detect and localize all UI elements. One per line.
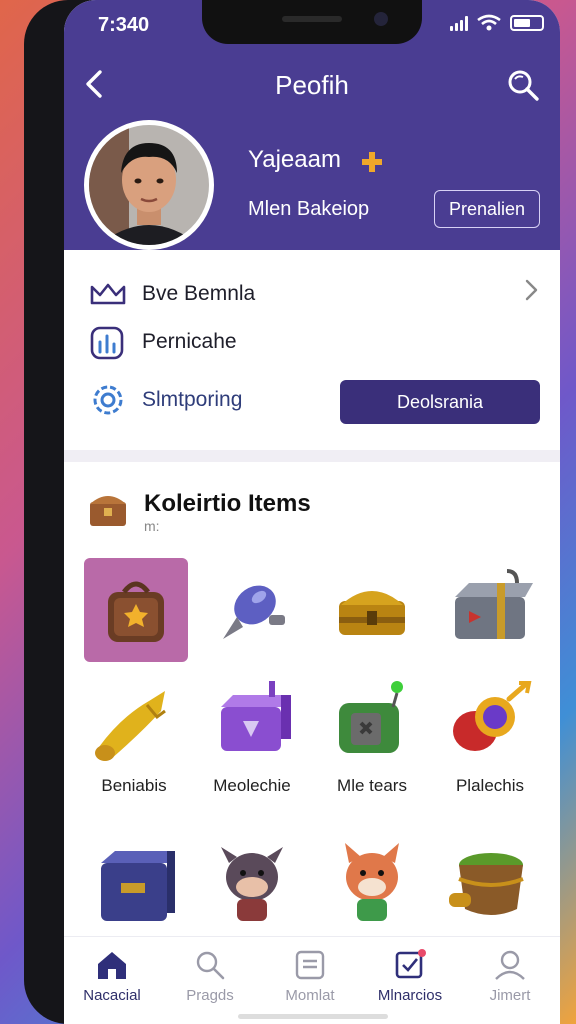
status-time: 7:340: [98, 14, 150, 36]
menu-item-slmtporing[interactable]: Slmtporing: [88, 380, 242, 420]
signal-icon: [450, 15, 468, 31]
collection-item[interactable]: [438, 832, 542, 936]
tab-label: Momlat: [285, 987, 335, 1004]
speaker: [282, 16, 342, 22]
menu-item-pernicahe[interactable]: Pernicahe: [88, 322, 237, 362]
tab-label: Mlnarcios: [377, 987, 443, 1004]
tab-label: Jimert: [489, 987, 531, 1004]
blue-cube-icon: [101, 851, 175, 921]
magic-orb-icon: [453, 681, 532, 751]
item-label: Plalechis: [455, 776, 525, 795]
tab-label: Nacacial: [83, 987, 141, 1004]
wifi-icon: [477, 14, 501, 31]
app-screen: 7:340 Peofih Yajeaam Mlen Bakeiop Prenal…: [64, 0, 560, 1024]
collection-item[interactable]: [200, 558, 304, 662]
section-divider: [64, 450, 560, 462]
metal-box-icon: [455, 569, 533, 639]
username: Yajeaam: [248, 146, 341, 173]
green-pot-icon: [449, 853, 524, 915]
camera: [374, 12, 388, 26]
gold-chest-icon: [339, 591, 405, 635]
collection-item[interactable]: [84, 670, 188, 774]
collection-item[interactable]: [320, 558, 424, 662]
collection-item[interactable]: [200, 670, 304, 774]
tab-search[interactable]: Pragds: [162, 949, 258, 1019]
collection-item[interactable]: [320, 832, 424, 936]
notch: [202, 0, 422, 44]
collection-item[interactable]: [200, 832, 304, 936]
search-icon: [196, 951, 225, 980]
menu-item-label: Bve Bemnla: [142, 282, 256, 305]
collection-item[interactable]: [84, 832, 188, 936]
home-indicator: [238, 1014, 388, 1019]
collection-item[interactable]: [438, 670, 542, 774]
chart-icon: [90, 326, 124, 360]
home-icon: [98, 952, 126, 979]
tab-label: Pragds: [186, 987, 234, 1004]
search-icon[interactable]: [504, 66, 542, 104]
checkbox-icon: [395, 949, 426, 979]
section-title: Koleirtio Items: [144, 490, 311, 517]
status-icons: [450, 14, 544, 32]
battery-icon: [510, 15, 544, 31]
green-machine-icon: [339, 681, 403, 753]
avatar-portrait: [89, 125, 209, 245]
menu-item-bve[interactable]: Bve Bemnla: [88, 274, 255, 314]
list-icon: [295, 950, 325, 980]
phone-frame: 7:340 Peofih Yajeaam Mlen Bakeiop Prenal…: [24, 0, 560, 1024]
treasure-bag-icon: [108, 581, 164, 642]
menu-item-label: Pernicahe: [142, 330, 237, 353]
primary-action-button[interactable]: Deolsrania: [340, 380, 540, 424]
tab-bar: Nacacial Pragds Momlat Mlnarcios Jimert: [64, 936, 560, 1024]
page-title: Peofih: [275, 70, 349, 100]
fox-figure-icon: [345, 843, 399, 921]
collection-item[interactable]: [84, 558, 188, 662]
profile-icon: [495, 950, 525, 980]
tab-home[interactable]: Nacacial: [64, 949, 160, 1019]
avatar[interactable]: [84, 120, 214, 250]
section-subtitle: m:: [144, 518, 160, 534]
plus-badge-icon: [362, 152, 382, 172]
profile-header: 7:340 Peofih Yajeaam Mlen Bakeiop Prenal…: [64, 0, 560, 250]
tab-profile[interactable]: Jimert: [462, 949, 558, 1019]
golden-horn-icon: [95, 691, 166, 761]
treasure-chest-icon: [90, 496, 126, 526]
cow-figure-icon: [221, 847, 283, 921]
tab-missions[interactable]: Mlnarcios: [362, 949, 458, 1019]
gear-icon: [93, 385, 123, 415]
rocket-icon: [223, 585, 285, 639]
premium-button[interactable]: Prenalien: [434, 190, 540, 228]
collection-item[interactable]: [320, 670, 424, 774]
item-label: Beniabis: [101, 776, 167, 795]
item-label: Mle tears: [337, 776, 407, 795]
purple-device-icon: [221, 681, 291, 751]
collection-item[interactable]: [438, 558, 542, 662]
item-label: Meolechie: [213, 776, 291, 795]
user-subtitle: Mlen Bakeiop: [248, 198, 370, 220]
tab-list[interactable]: Momlat: [262, 949, 358, 1019]
chevron-right-icon[interactable]: [522, 278, 540, 302]
menu-item-label: Slmtporing: [142, 388, 243, 411]
crown-icon: [90, 283, 126, 305]
